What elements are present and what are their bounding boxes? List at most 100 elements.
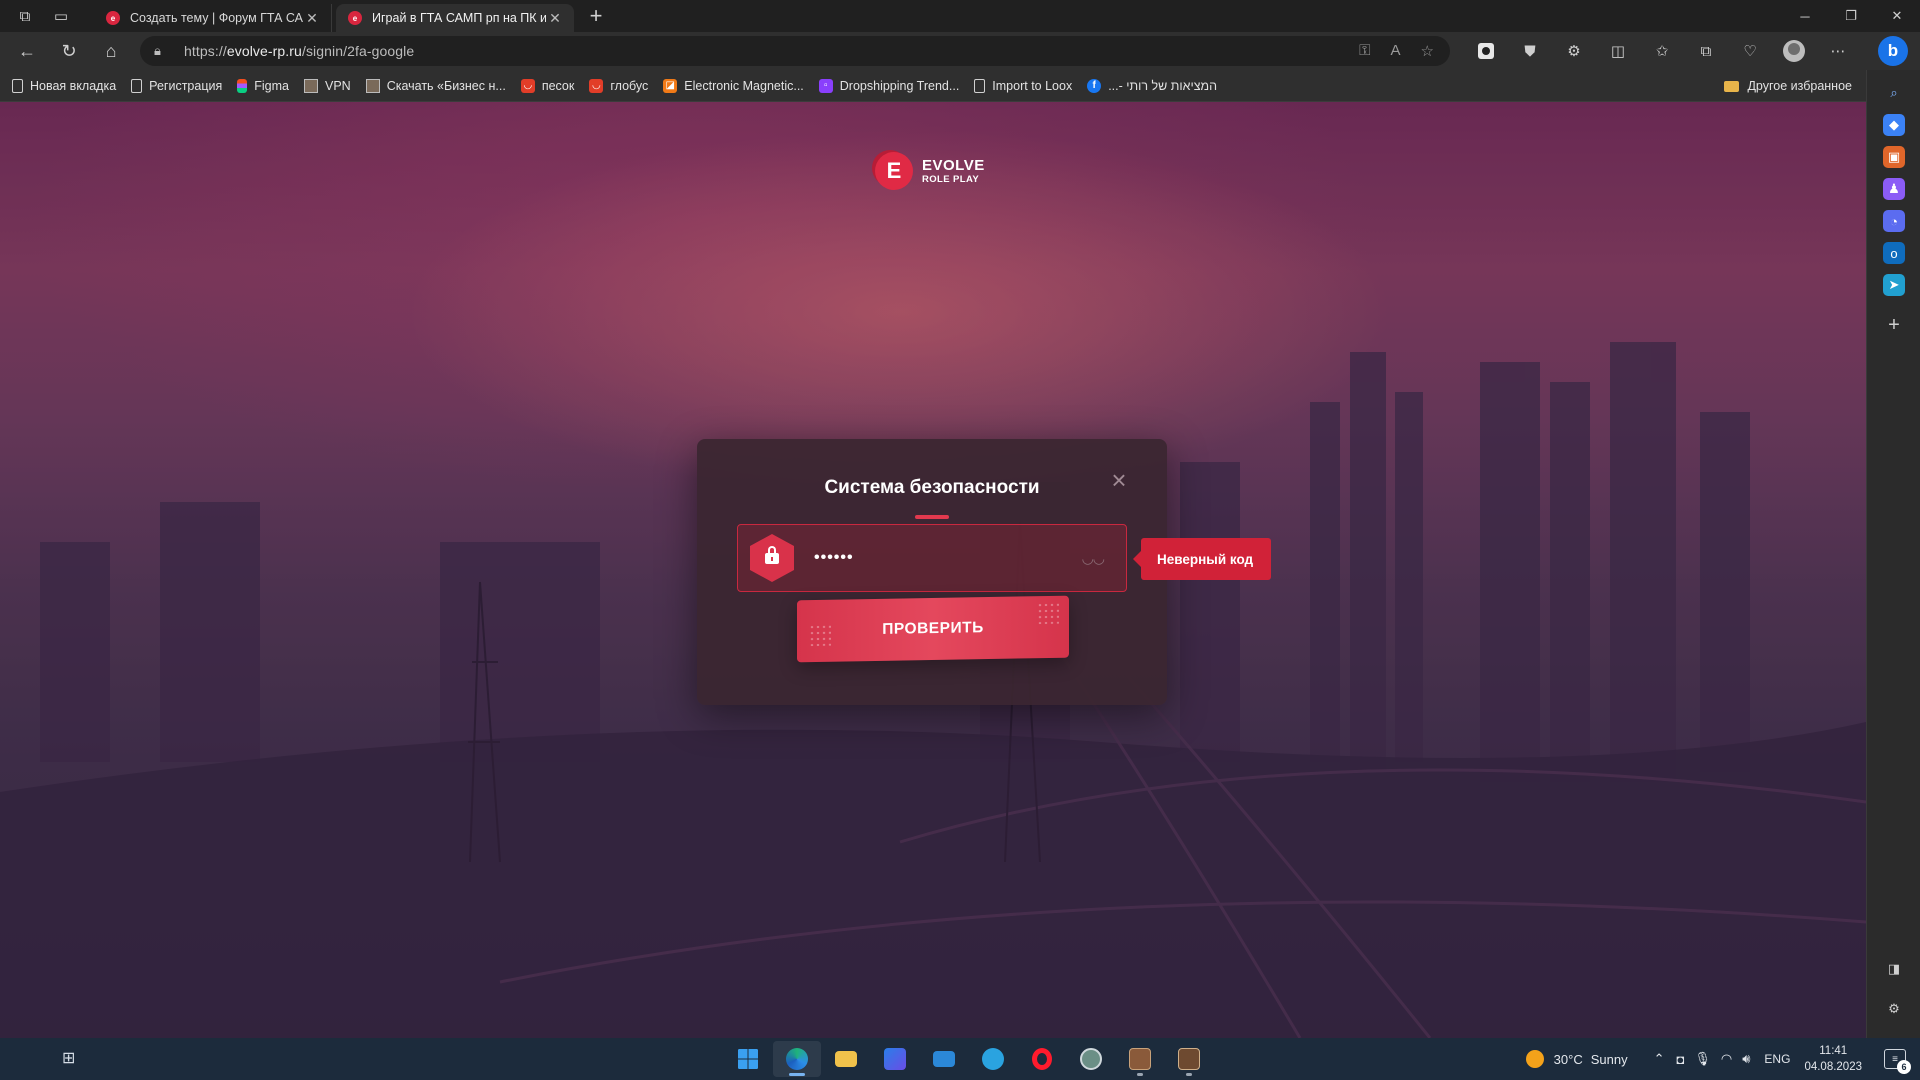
weather-sun-icon[interactable]: [1525, 1050, 1544, 1068]
outlook-icon[interactable]: o: [1883, 242, 1905, 264]
read-aloud-icon[interactable]: A: [1391, 42, 1401, 60]
verify-button[interactable]: ПРОВЕРИТЬ: [797, 595, 1069, 663]
taskbar-mail[interactable]: [920, 1041, 968, 1077]
search-icon[interactable]: ⌕: [1883, 82, 1905, 104]
bookmark-electronic-magnetic[interactable]: ◪ Electronic Magnetic...: [663, 78, 804, 93]
home-button[interactable]: ⌂: [96, 36, 126, 66]
mail-icon: [933, 1051, 955, 1067]
notification-icon[interactable]: ≡ 6: [1884, 1049, 1911, 1074]
close-window-button[interactable]: ✕: [1874, 0, 1920, 32]
address-bar[interactable]: 🔒︎ https://evolve-rp.ru/signin/2fa-googl…: [140, 36, 1450, 66]
favorites-icon[interactable]: ✩: [1640, 36, 1684, 66]
code-input[interactable]: ••••••: [814, 549, 854, 567]
taskbar-chatgpt[interactable]: [1067, 1041, 1115, 1077]
taskbar-opera[interactable]: [1018, 1041, 1066, 1077]
evolve-favicon-icon: e: [106, 11, 120, 25]
security-modal: Система безопасности × •••••• ◡◡ Неверны…: [697, 439, 1272, 705]
tray-chevron-icon[interactable]: ⌃: [1654, 1051, 1665, 1067]
minimize-button[interactable]: ─: [1782, 0, 1828, 32]
extension-shield-icon[interactable]: ⛊: [1508, 36, 1552, 66]
volume-icon[interactable]: 🔊︎: [1742, 1051, 1750, 1067]
drop-icon[interactable]: ➤: [1883, 274, 1905, 296]
sidebar-settings-icon[interactable]: ⚙: [1883, 998, 1905, 1020]
other-bookmarks[interactable]: Другое избранное: [1724, 70, 1852, 102]
bookmark-sand[interactable]: ◡ песок: [520, 78, 574, 93]
games-icon[interactable]: ♟: [1883, 178, 1905, 200]
taskbar-game-2[interactable]: [1165, 1041, 1213, 1077]
folder-icon: [835, 1051, 857, 1067]
microphone-icon[interactable]: 🎙︎: [1694, 1051, 1711, 1067]
restore-button[interactable]: ❐: [1828, 0, 1874, 32]
logo-title: EVOLVE: [922, 156, 985, 174]
camera-icon[interactable]: ◘: [1677, 1052, 1685, 1067]
language-indicator[interactable]: ENG: [1764, 1052, 1790, 1066]
widgets-icon[interactable]: ⊞: [62, 1048, 75, 1068]
taskbar-telegram[interactable]: [969, 1041, 1017, 1077]
bookmark-new-tab[interactable]: Новая вкладка: [12, 78, 116, 93]
add-sidebar-app-icon[interactable]: +: [1883, 314, 1905, 336]
title-underline: [915, 515, 949, 519]
store-icon: [884, 1048, 906, 1070]
modal-title: Система безопасности: [824, 477, 1040, 498]
tab-forum[interactable]: e Создать тему | Форум ГТА САМП ✕: [94, 4, 332, 32]
start-button[interactable]: [724, 1041, 772, 1077]
performance-icon[interactable]: ♡: [1728, 36, 1772, 66]
favorite-star-icon[interactable]: ☆: [1421, 42, 1434, 60]
time: 11:41: [1819, 1045, 1848, 1057]
tab-actions-icon[interactable]: ▭: [50, 5, 72, 27]
taskbar-edge[interactable]: [773, 1041, 821, 1077]
key-icon[interactable]: ⚿: [1359, 42, 1370, 60]
show-password-icon[interactable]: ◡◡: [1082, 550, 1105, 567]
wifi-icon[interactable]: ◠: [1721, 1051, 1732, 1067]
page-viewport: E EVOLVE ROLE PLAY Система безопасности …: [0, 102, 1866, 1038]
taskbar-game-1[interactable]: [1116, 1041, 1164, 1077]
settings-more-icon[interactable]: ⋯: [1816, 36, 1860, 66]
bing-copilot-icon[interactable]: b: [1878, 36, 1908, 66]
office-icon[interactable]: ◔: [1883, 210, 1905, 232]
shopping-tag-icon[interactable]: ◆: [1883, 114, 1905, 136]
new-tab-button[interactable]: +: [584, 3, 608, 29]
close-icon[interactable]: ×: [1109, 467, 1129, 493]
bookmark-vpn[interactable]: VPN: [303, 78, 351, 93]
bookmark-globe[interactable]: ◡ глобус: [589, 78, 648, 93]
bookmark-download-business[interactable]: Скачать «Бизнес н...: [365, 78, 506, 93]
taskbar-store[interactable]: [871, 1041, 919, 1077]
tab-evolve-signin[interactable]: e Играй в ГТА САМП рп на ПК и ан ✕: [336, 4, 574, 32]
edge-sidebar: ⌕ ◆ ▣ ♟ ◔ o ➤ + ◨ ⚙: [1866, 70, 1920, 1038]
collections-icon[interactable]: ⧉: [1684, 36, 1728, 66]
bookmark-registration[interactable]: Регистрация: [131, 78, 222, 93]
back-button[interactable]: ←: [12, 36, 42, 66]
weather-text[interactable]: Sunny: [1591, 1052, 1628, 1067]
tab-close-icon[interactable]: ✕: [546, 10, 564, 27]
profile-avatar[interactable]: [1772, 36, 1816, 66]
window-controls: ─ ❐ ✕: [1782, 0, 1920, 32]
split-screen-icon[interactable]: ◫: [1596, 36, 1640, 66]
edge-icon: [786, 1048, 808, 1070]
page-icon: [12, 78, 23, 93]
site-lock-icon[interactable]: 🔒︎: [154, 43, 172, 59]
hide-sidebar-icon[interactable]: ◨: [1883, 958, 1905, 980]
workspaces-icon[interactable]: ⧉: [14, 5, 36, 27]
lock-icon: [765, 546, 779, 565]
verify-button-label: ПРОВЕРИТЬ: [882, 619, 984, 638]
bookmark-figma[interactable]: Figma: [237, 78, 289, 93]
evolve-logo[interactable]: E EVOLVE ROLE PLAY: [875, 152, 985, 190]
bookmark-import-loox[interactable]: Import to Loox: [974, 78, 1072, 93]
dark-reader-extension-icon[interactable]: [1464, 36, 1508, 66]
extensions-icon[interactable]: ⚙: [1552, 36, 1596, 66]
code-input-field[interactable]: •••••• ◡◡: [737, 524, 1127, 592]
notification-count: 6: [1897, 1060, 1911, 1074]
bookmark-facebook[interactable]: f ...- המציאות של רותי: [1087, 78, 1217, 93]
clock[interactable]: 11:41 04.08.2023: [1804, 1043, 1862, 1075]
url-text[interactable]: https://evolve-rp.ru/signin/2fa-google: [184, 43, 414, 59]
tools-icon[interactable]: ▣: [1883, 146, 1905, 168]
date: 04.08.2023: [1804, 1061, 1862, 1073]
telegram-icon: [982, 1048, 1004, 1070]
refresh-button[interactable]: ↻: [54, 36, 84, 66]
taskbar-explorer[interactable]: [822, 1041, 870, 1077]
weather-temp[interactable]: 30°C: [1554, 1052, 1583, 1067]
shop-icon: ◡: [589, 78, 604, 93]
bookmark-dropshipping[interactable]: ▫ Dropshipping Trend...: [818, 78, 959, 93]
opera-icon: [1032, 1048, 1052, 1070]
tab-close-icon[interactable]: ✕: [303, 10, 321, 27]
